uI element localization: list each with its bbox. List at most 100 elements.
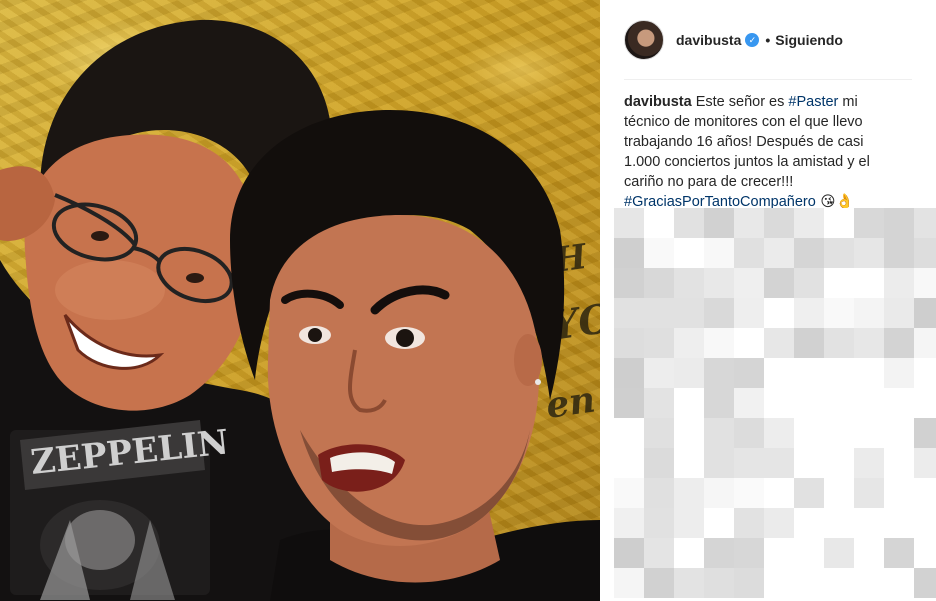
author-username[interactable]: davibusta: [676, 32, 741, 48]
pixel-block: [854, 538, 884, 568]
pixel-block: [824, 298, 854, 328]
pixel-block: [884, 418, 914, 448]
pixel-block: [674, 208, 704, 238]
hashtag-paster[interactable]: #Paster: [788, 94, 838, 110]
pixel-block: [614, 418, 644, 448]
pixel-block: [794, 208, 824, 238]
pixel-block: [794, 568, 824, 598]
pixel-block: [734, 538, 764, 568]
pixel-block: [704, 508, 734, 538]
pixel-block: [794, 238, 824, 268]
pixel-block: [914, 388, 936, 418]
pixel-block: [644, 388, 674, 418]
verified-badge-icon: ✓: [745, 33, 760, 47]
pixel-block: [764, 568, 794, 598]
header-separator: •: [765, 32, 771, 48]
pixel-block: [674, 238, 704, 268]
pixel-block: [884, 538, 914, 568]
pixel-block: [764, 508, 794, 538]
post-caption: davibusta Este señor es #Paster mi técni…: [624, 92, 874, 212]
pixel-block: [674, 478, 704, 508]
pixel-block: [674, 388, 704, 418]
pixel-block: [644, 238, 674, 268]
pixel-block: [704, 388, 734, 418]
pixel-block: [764, 418, 794, 448]
pixel-block: [644, 268, 674, 298]
pixel-block: [734, 328, 764, 358]
pixel-block: [704, 478, 734, 508]
pixel-block: [914, 508, 936, 538]
following-button[interactable]: Siguiendo: [775, 32, 843, 48]
pixel-block: [884, 388, 914, 418]
pixel-block: [854, 478, 884, 508]
pixel-block: [794, 268, 824, 298]
pixelated-comments: [614, 208, 936, 601]
pixel-block: [824, 388, 854, 418]
pixel-block: [884, 478, 914, 508]
pixel-block: [734, 238, 764, 268]
pixel-block: [884, 238, 914, 268]
caption-text: Este señor es: [691, 94, 789, 110]
pixel-block: [674, 358, 704, 388]
pixel-block: [854, 328, 884, 358]
pixel-block: [884, 298, 914, 328]
pixel-block: [764, 208, 794, 238]
pixel-block: [854, 358, 884, 388]
pixel-block: [704, 538, 734, 568]
pixel-block: [614, 208, 644, 238]
pixel-block: [794, 388, 824, 418]
pixel-block: [794, 478, 824, 508]
pixel-block: [884, 328, 914, 358]
pixel-block: [644, 208, 674, 238]
pixel-block: [914, 448, 936, 478]
pixel-block: [734, 418, 764, 448]
pixel-block: [644, 538, 674, 568]
pixel-block: [644, 508, 674, 538]
pixel-block: [854, 418, 884, 448]
pixel-block: [704, 298, 734, 328]
pixel-block: [794, 508, 824, 538]
pixel-block: [824, 418, 854, 448]
author-avatar[interactable]: [624, 20, 664, 60]
pixel-block: [914, 328, 936, 358]
pixel-block: [914, 298, 936, 328]
pixel-block: [764, 268, 794, 298]
post-header: davibusta ✓ • Siguiendo: [624, 20, 843, 60]
pixel-block: [914, 358, 936, 388]
pixel-block: [884, 448, 914, 478]
pixel-block: [674, 418, 704, 448]
pixel-block: [704, 268, 734, 298]
pixel-block: [794, 298, 824, 328]
pixel-block: [854, 568, 884, 598]
pixel-block: [914, 208, 936, 238]
pixel-block: [884, 358, 914, 388]
pixel-block: [824, 448, 854, 478]
pixel-block: [824, 538, 854, 568]
pixel-block: [824, 238, 854, 268]
pixel-block: [704, 418, 734, 448]
pixel-block: [824, 358, 854, 388]
caption-username[interactable]: davibusta: [624, 94, 692, 110]
pixel-block: [914, 418, 936, 448]
pixel-block: [614, 538, 644, 568]
pixel-block: [734, 208, 764, 238]
pixel-block: [884, 568, 914, 598]
pixel-block: [614, 478, 644, 508]
pixel-block: [644, 448, 674, 478]
pixel-block: [614, 388, 644, 418]
pixel-block: [614, 448, 644, 478]
pixel-block: [764, 358, 794, 388]
pixel-block: [764, 478, 794, 508]
pixel-block: [734, 358, 764, 388]
pixel-block: [674, 298, 704, 328]
pixel-block: [644, 478, 674, 508]
post-photo[interactable]: H YO en ZEPPELIN: [0, 0, 600, 601]
pixel-block: [734, 388, 764, 418]
pixel-block: [854, 298, 884, 328]
pixel-block: [734, 478, 764, 508]
pixel-block: [614, 568, 644, 598]
pixel-block: [734, 298, 764, 328]
pixel-block: [674, 538, 704, 568]
pixel-block: [644, 298, 674, 328]
pixel-block: [794, 448, 824, 478]
